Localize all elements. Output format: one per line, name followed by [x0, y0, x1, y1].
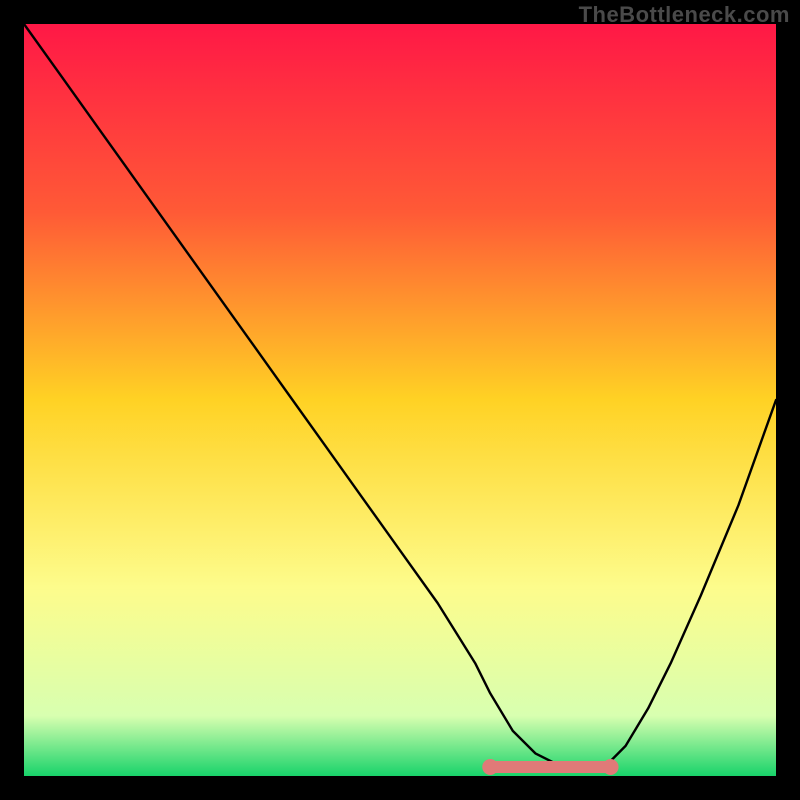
optimal-range-start-dot [482, 759, 498, 775]
watermark-text: TheBottleneck.com [579, 2, 790, 28]
optimal-range-end-dot [603, 759, 619, 775]
bottleneck-chart [24, 24, 776, 776]
plot-background [24, 24, 776, 776]
chart-container: TheBottleneck.com [0, 0, 800, 800]
